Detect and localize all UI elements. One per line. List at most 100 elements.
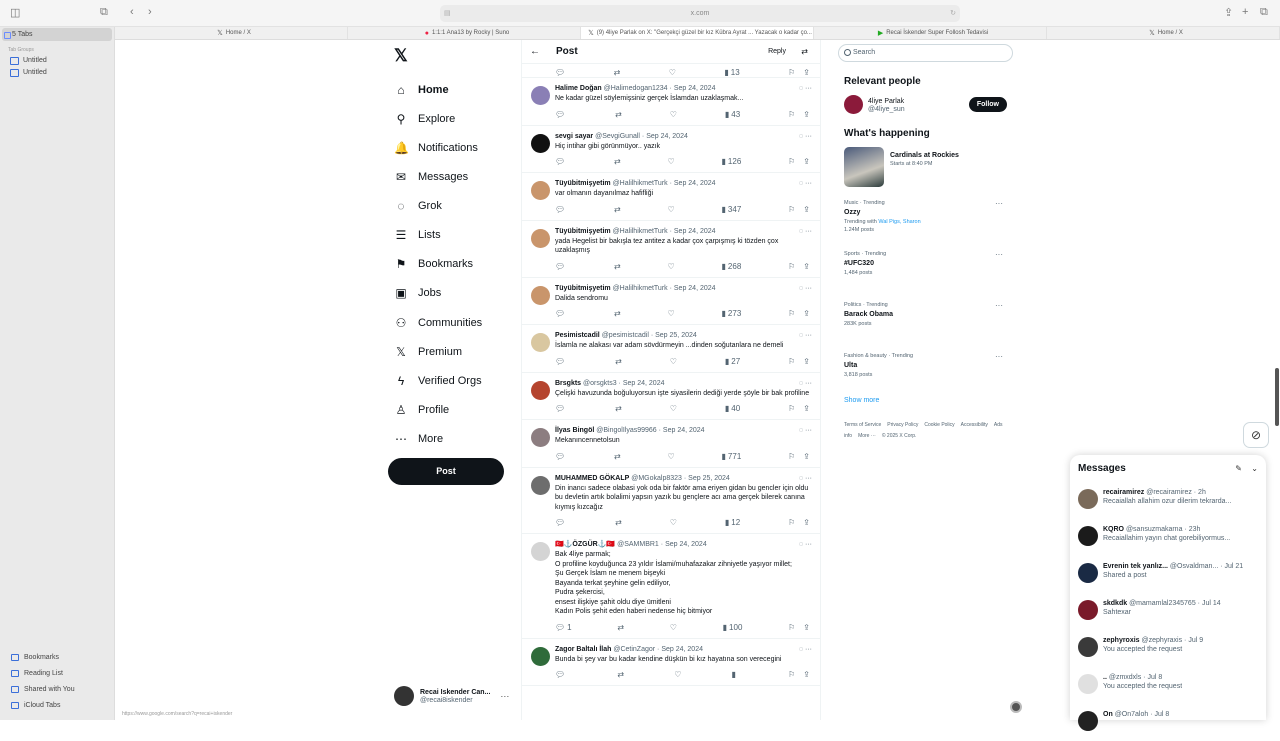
tweet-date[interactable]: Sep 24, 2024 [674,85,716,92]
relevant-person[interactable]: 4liye Parlak @4liye_sun Follow [844,95,1013,114]
reading-list-link[interactable]: Reading List [0,666,115,682]
share-icon[interactable]: ⇪ [803,670,810,680]
author-name[interactable]: Tüyübitmişyetim [555,180,611,187]
retweet-icon[interactable]: ⇄ [614,262,621,272]
reply-tweet[interactable]: sevgi sayar @SevgiGunall · Sep 24, 2024 ◌… [522,126,820,173]
views-stat[interactable]: ▮ 100 [723,623,743,633]
reply-stat[interactable]: 💬︎ [555,309,567,319]
shared-with-you-link[interactable]: Shared with You [0,682,115,698]
more-icon[interactable]: ··· [805,228,812,235]
tabs-icon[interactable]: ⧉ [1260,6,1268,19]
grok-icon[interactable]: ◌ [799,85,803,92]
footer-link[interactable]: Privacy Policy [887,422,918,428]
bookmark-icon[interactable]: ⚐ [788,205,795,215]
author-name[interactable]: Zagor Baltalı İlah [555,646,611,653]
show-more-link[interactable]: Show more [844,397,1013,404]
footer-link[interactable]: Accessibility [961,422,988,428]
share-icon[interactable]: ⇪ [803,452,810,462]
more-icon[interactable]: ··· [805,180,812,187]
back-icon[interactable]: ‹ [130,6,134,18]
views-stat[interactable]: ▮ 347 [722,205,742,215]
share-icon[interactable]: ⇪ [803,623,810,633]
grok-icon[interactable]: ◌ [799,646,803,653]
tweet-date[interactable]: Sep 24, 2024 [661,646,703,653]
reply-tweet[interactable]: MUHAMMED GÖKALP @MGokalp8323 · Sep 25, 2… [522,468,820,534]
bookmark-icon[interactable]: ⚐ [788,110,795,120]
nav-item-jobs[interactable]: ▣ Jobs [394,286,441,300]
bookmark-icon[interactable]: ⚐ [788,670,795,680]
more-icon[interactable]: ··· [805,332,812,339]
avatar[interactable] [531,181,550,200]
avatar[interactable] [531,133,550,153]
bookmark-icon[interactable]: ⚐ [788,623,795,633]
retweet-icon[interactable]: ⇄ [614,205,621,215]
like-icon[interactable]: ♡ [670,404,677,414]
more-icon[interactable]: ··· [995,352,1003,361]
reply-tweet[interactable]: Tüyübitmişyetim @HalilhikmetTurk · Sep 2… [522,221,820,278]
nav-item-explore[interactable]: ⚲ Explore [394,112,456,126]
nav-item-profile[interactable]: ♙ Profile [394,403,450,417]
more-icon[interactable]: ··· [805,541,812,548]
scrollbar[interactable] [1275,368,1279,426]
grok-icon[interactable]: ◌ [799,380,803,387]
compose-message-icon[interactable]: ✎ [1235,464,1242,473]
grok-icon[interactable]: ⊘ [1243,422,1269,448]
author-handle[interactable]: @orsgkts3 [583,380,617,387]
nav-item-more[interactable]: ⋯ More [394,432,443,446]
tweet-date[interactable]: Sep 24, 2024 [674,285,716,292]
views-stat[interactable]: ▮ 12 [725,518,740,528]
bookmark-icon[interactable]: ⚐ [788,357,795,367]
views-stat[interactable]: ▮ [732,670,738,680]
views-stat[interactable]: ▮ 27 [725,357,740,367]
grok-icon[interactable]: ◌ [799,133,803,140]
all-tabs-item[interactable]: 5 Tabs [2,28,112,41]
retweet-icon[interactable]: ⇄ [615,357,622,367]
nav-item-premium[interactable]: 𝕏 Premium [394,345,462,359]
author-name[interactable]: Halime Doğan [555,85,602,92]
author-handle[interactable]: @Halimedogan1234 [604,85,668,92]
views-stat[interactable]: ▮ 43 [725,110,740,120]
avatar[interactable] [531,475,550,495]
avatar[interactable] [531,380,550,400]
tweet-date[interactable]: Sep 25, 2024 [655,332,697,339]
sidebar-toggle-icon[interactable]: ◫ [10,6,20,19]
nav-item-bookmarks[interactable]: ⚑ Bookmarks [394,257,473,271]
tweet-date[interactable]: Sep 24, 2024 [663,427,705,434]
post-button[interactable]: Post [388,458,504,485]
retweet-icon[interactable]: ⇄ [614,68,621,77]
grok-icon[interactable]: ◌ [799,285,803,292]
tab-group-item[interactable]: Untitled [0,55,114,67]
messages-header[interactable]: Messages ✎ ⌄ [1070,455,1266,482]
avatar[interactable] [531,228,550,248]
reply-stat[interactable]: 💬︎ 1 [555,623,572,633]
retweet-icon[interactable]: ⇄ [614,157,621,167]
grok-icon[interactable]: ◌ [799,475,803,482]
conversation-item[interactable]: On @On7aloh · Jul 8 [1070,704,1266,741]
more-icon[interactable]: ··· [805,85,812,92]
author-handle[interactable]: @MGokalp8323 [631,475,682,482]
like-icon[interactable]: ♡ [674,670,681,680]
share-icon[interactable]: ⇪ [803,309,810,319]
reply-filter-button[interactable]: Reply [768,48,786,55]
reply-tweet[interactable]: Zagor Baltalı İlah @CetinZagor · Sep 24,… [522,639,820,686]
trend-related-links[interactable]: Wal Pigs, Sharon [878,219,920,225]
retweet-icon[interactable]: ⇄ [617,623,624,633]
like-icon[interactable]: ♡ [668,452,675,462]
grok-icon[interactable]: ◌ [799,541,803,548]
footer-link[interactable]: © 2025 X Corp. [882,433,917,439]
reply-tweet[interactable]: Tüyübitmişyetim @HalilhikmetTurk · Sep 2… [522,173,820,221]
more-icon[interactable]: ··· [995,301,1003,310]
retweet-icon[interactable]: ⇄ [615,518,622,528]
more-icon[interactable]: ··· [805,427,812,434]
trend-item[interactable]: Music · Trending Ozzy Trending with Wal Pi… [844,193,1013,244]
account-switcher[interactable]: Recai Iskender Can... @recai8iskender ··… [394,686,518,706]
nav-item-communities[interactable]: ⚇ Communities [394,316,483,330]
nav-item-notifications[interactable]: 🔔 Notifications [394,141,478,155]
tweet-date[interactable]: Sep 24, 2024 [623,380,665,387]
like-icon[interactable]: ♡ [668,205,675,215]
more-icon[interactable]: ··· [805,475,812,482]
bookmark-icon[interactable]: ⚐ [788,157,795,167]
share-icon[interactable]: ⇪ [803,404,810,414]
bookmark-icon[interactable]: ⚐ [788,309,795,319]
avatar[interactable] [531,333,550,352]
